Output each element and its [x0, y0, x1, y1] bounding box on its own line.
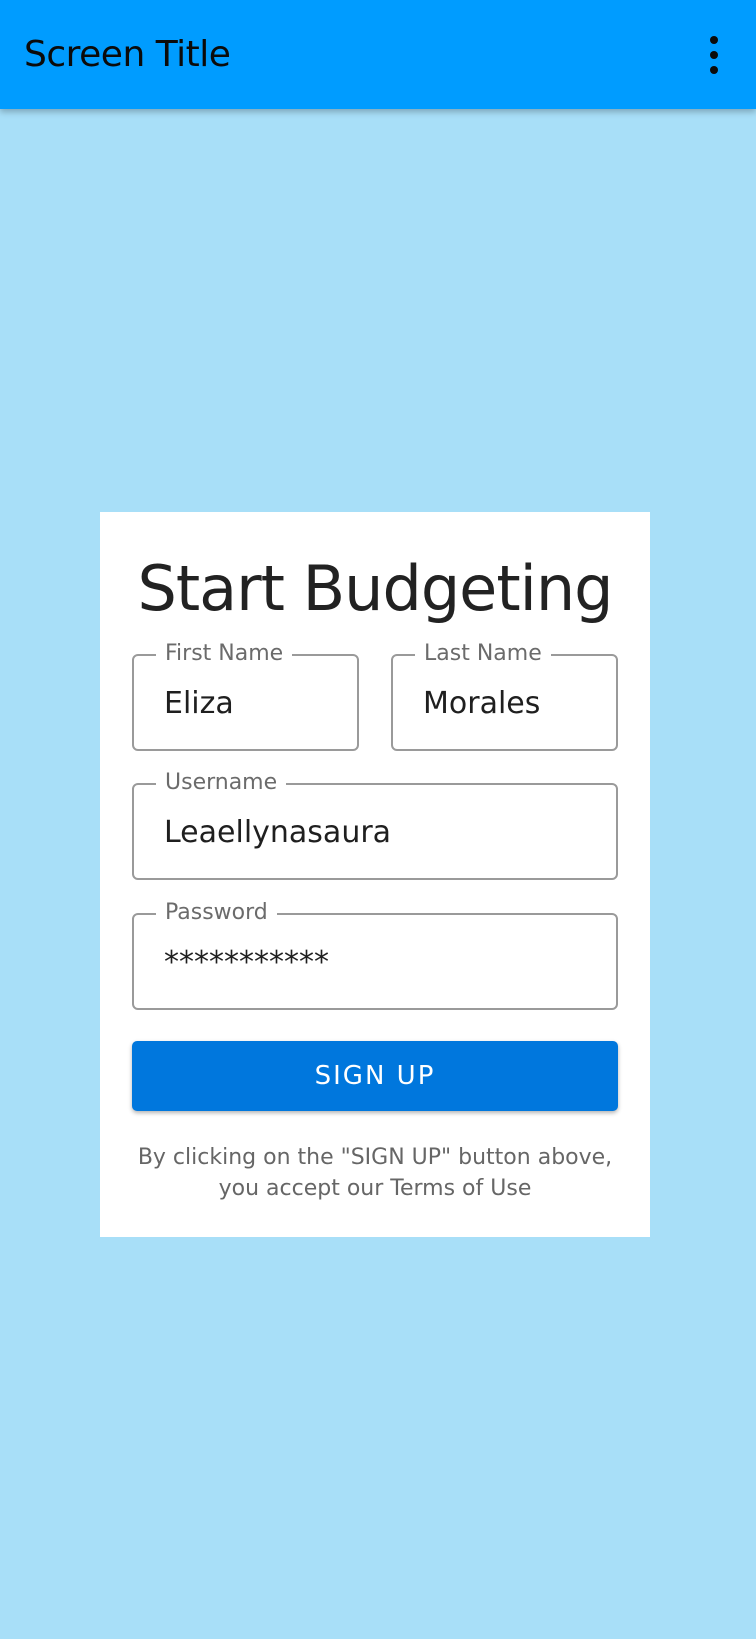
- password-label: Password: [156, 899, 277, 927]
- password-input[interactable]: ***********: [164, 943, 586, 983]
- sign-up-button[interactable]: SIGN UP: [132, 1041, 618, 1111]
- terms-line-2: you accept our Terms of Use: [218, 1176, 532, 1201]
- username-label: Username: [156, 769, 287, 797]
- terms-notice: By clicking on the "SIGN UP" button abov…: [100, 1142, 650, 1204]
- app-bar: Screen Title: [0, 0, 756, 109]
- username-input[interactable]: Leaellynasaura: [164, 813, 586, 853]
- first-name-input[interactable]: Eliza: [164, 684, 327, 724]
- menu-dot: [710, 50, 718, 59]
- signup-card: Start Budgeting First Name Eliza Last Na…: [100, 512, 650, 1237]
- terms-line-1: By clicking on the "SIGN UP" button abov…: [137, 1145, 613, 1170]
- first-name-label: First Name: [156, 640, 293, 668]
- last-name-input[interactable]: Morales: [423, 684, 586, 724]
- first-name-field[interactable]: First Name Eliza: [132, 640, 359, 751]
- more-vert-icon[interactable]: [694, 25, 734, 85]
- screen-title: Screen Title: [24, 34, 231, 75]
- last-name-label: Last Name: [415, 640, 551, 668]
- last-name-field[interactable]: Last Name Morales: [391, 640, 618, 751]
- username-field[interactable]: Username Leaellynasaura: [132, 769, 618, 880]
- menu-dot: [710, 65, 718, 74]
- menu-dot: [710, 35, 718, 44]
- password-field[interactable]: Password ***********: [132, 899, 618, 1010]
- form-heading: Start Budgeting: [137, 552, 613, 625]
